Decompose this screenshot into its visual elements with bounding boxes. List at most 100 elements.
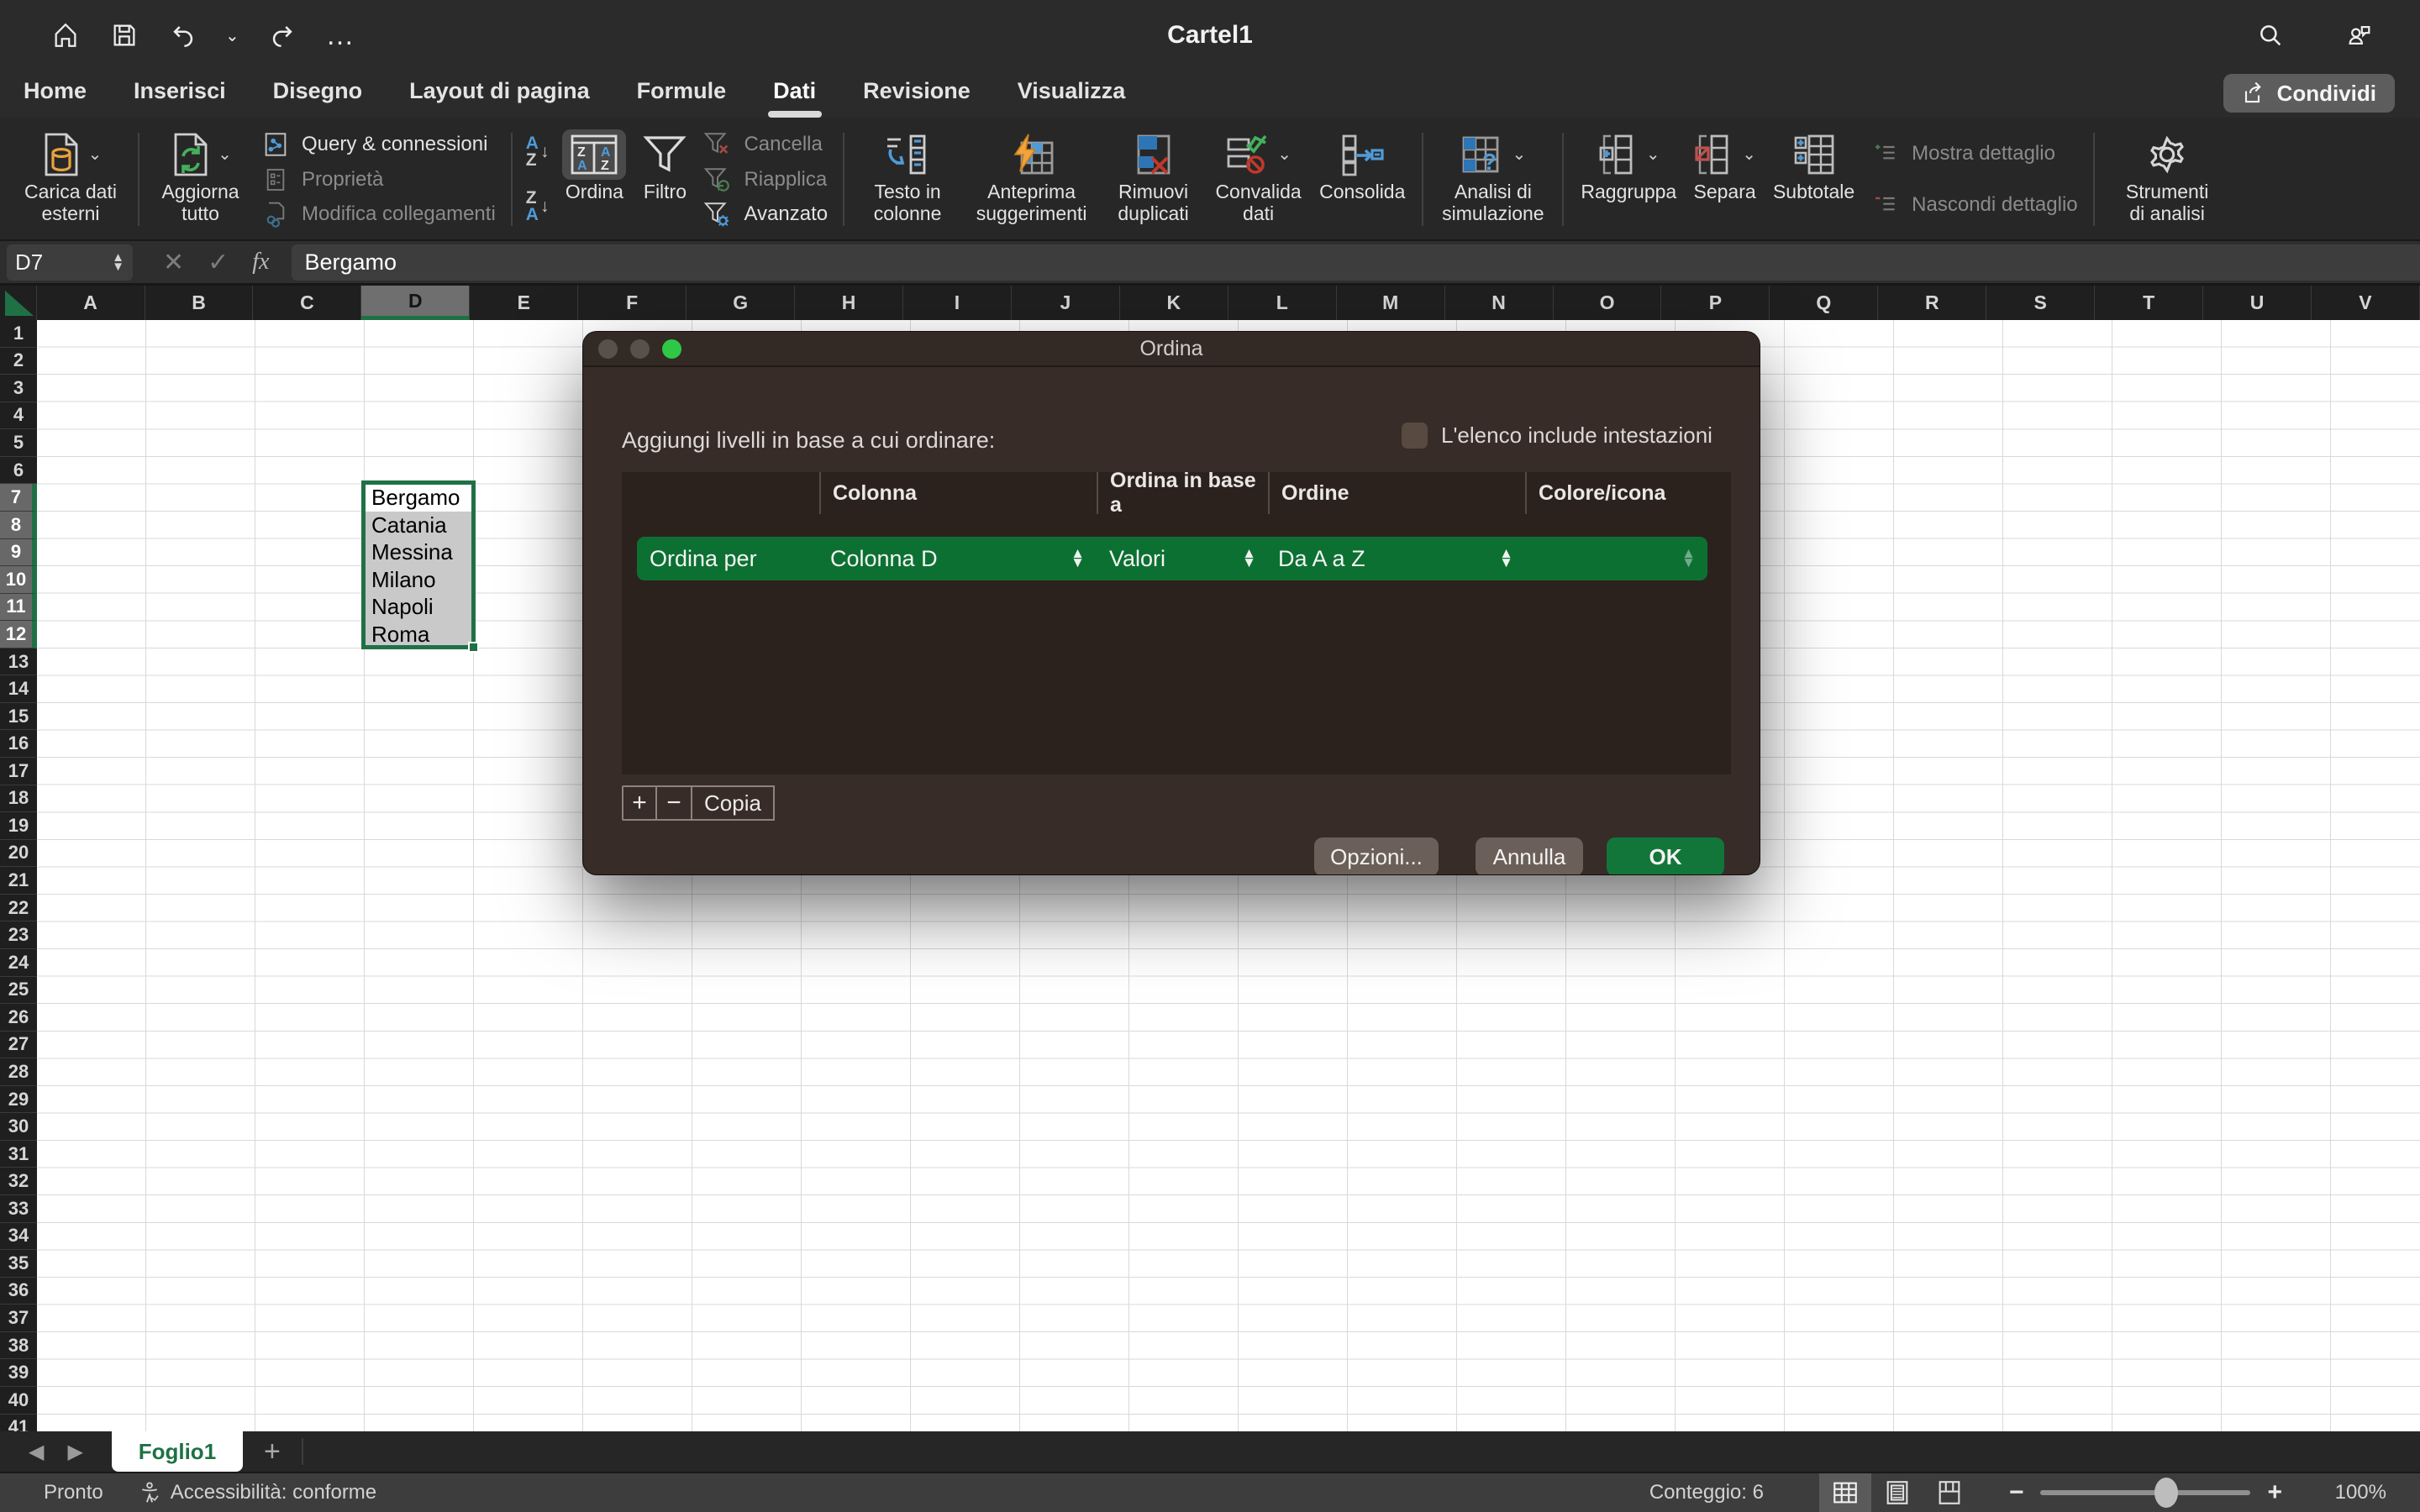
row-header-27[interactable]: 27	[0, 1032, 37, 1059]
prev-sheet-arrow-icon[interactable]: ◀	[29, 1440, 44, 1464]
options-button[interactable]: Opzioni...	[1314, 837, 1439, 874]
tab-inserisci[interactable]: Inserisci	[132, 73, 228, 116]
anteprima-suggerimenti-button[interactable]: Anteprima suggerimenti	[962, 124, 1101, 234]
row-header-21[interactable]: 21	[0, 867, 37, 895]
undo-dropdown-chevron-icon[interactable]: ⌄	[225, 25, 240, 46]
column-header-H[interactable]: H	[795, 286, 903, 320]
column-header-Q[interactable]: Q	[1770, 286, 1878, 320]
column-header-D[interactable]: D	[361, 286, 470, 320]
sort-on-dropdown[interactable]: Valori ▲▼	[1097, 537, 1268, 580]
copy-level-button[interactable]: Copia	[692, 785, 775, 821]
name-box[interactable]: D7 ▲▼	[7, 244, 133, 281]
testo-in-colonne-button[interactable]: Testo in colonne	[853, 124, 962, 234]
row-header-17[interactable]: 17	[0, 758, 37, 785]
name-box-stepper-icon[interactable]: ▲▼	[112, 253, 124, 272]
sheet-tab-foglio1[interactable]: Foglio1	[112, 1431, 243, 1472]
column-header-R[interactable]: R	[1878, 286, 1986, 320]
cell-undefined7[interactable]: Bergamo	[365, 484, 474, 512]
row-header-36[interactable]: 36	[0, 1278, 37, 1305]
zoom-percentage[interactable]: 100%	[2311, 1481, 2386, 1504]
tab-formule[interactable]: Formule	[635, 73, 729, 116]
rimuovi-duplicati-button[interactable]: Rimuovi duplicati	[1101, 124, 1206, 234]
consolida-button[interactable]: Consolida	[1311, 124, 1413, 234]
row-header-25[interactable]: 25	[0, 977, 37, 1005]
column-header-B[interactable]: B	[145, 286, 254, 320]
zoom-window-button[interactable]	[662, 339, 681, 359]
sort-za-button[interactable]: ZA↓	[526, 190, 550, 223]
row-header-31[interactable]: 31	[0, 1141, 37, 1168]
row-header-12[interactable]: 12	[0, 621, 37, 648]
column-header-T[interactable]: T	[2095, 286, 2203, 320]
add-sheet-button[interactable]: +	[243, 1431, 302, 1472]
cell-undefined8[interactable]: Catania	[365, 512, 474, 539]
column-header-E[interactable]: E	[470, 286, 578, 320]
row-header-19[interactable]: 19	[0, 812, 37, 840]
row-header-33[interactable]: 33	[0, 1195, 37, 1223]
column-header-G[interactable]: G	[687, 286, 795, 320]
zoom-out-button[interactable]: −	[2009, 1478, 2024, 1507]
row-header-9[interactable]: 9	[0, 539, 37, 567]
column-header-U[interactable]: U	[2203, 286, 2312, 320]
row-header-35[interactable]: 35	[0, 1250, 37, 1278]
row-header-34[interactable]: 34	[0, 1223, 37, 1251]
next-sheet-arrow-icon[interactable]: ▶	[67, 1440, 82, 1464]
zoom-in-button[interactable]: +	[2267, 1478, 2282, 1507]
cancel-entry-icon[interactable]: ✕	[163, 248, 184, 277]
column-header-A[interactable]: A	[37, 286, 145, 320]
row-header-5[interactable]: 5	[0, 429, 37, 457]
subtotale-button[interactable]: Subtotale	[1765, 124, 1863, 234]
column-dropdown[interactable]: Colonna D ▲▼	[819, 537, 1097, 580]
redo-icon[interactable]	[266, 18, 299, 52]
page-break-view-button[interactable]	[1923, 1473, 1975, 1512]
row-header-6[interactable]: 6	[0, 457, 37, 485]
share-button[interactable]: Condividi	[2223, 74, 2395, 113]
list-has-headers-checkbox[interactable]	[1402, 423, 1428, 449]
row-header-11[interactable]: 11	[0, 594, 37, 622]
row-header-10[interactable]: 10	[0, 566, 37, 594]
separa-button[interactable]: ⌄ Separa	[1685, 124, 1765, 234]
row-header-16[interactable]: 16	[0, 730, 37, 758]
raggruppa-button[interactable]: ⌄ Raggruppa	[1572, 124, 1685, 234]
tab-revisione[interactable]: Revisione	[861, 73, 972, 116]
row-header-14[interactable]: 14	[0, 675, 37, 703]
row-header-41[interactable]: 41	[0, 1415, 37, 1432]
ordina-button[interactable]: ZAAZ Ordina	[554, 124, 634, 234]
query-connessioni-button[interactable]: Query & connessioni	[260, 128, 496, 161]
tab-visualizza[interactable]: Visualizza	[1016, 73, 1128, 116]
column-header-P[interactable]: P	[1661, 286, 1770, 320]
row-header-24[interactable]: 24	[0, 949, 37, 977]
row-header-39[interactable]: 39	[0, 1359, 37, 1387]
zoom-slider[interactable]	[2040, 1490, 2250, 1495]
select-all-corner[interactable]	[0, 286, 37, 320]
sort-level-row[interactable]: Ordina per Colonna D ▲▼ Valori ▲▼ Da A a…	[637, 537, 1707, 580]
column-header-S[interactable]: S	[1986, 286, 2095, 320]
analisi-di-simulazione-button[interactable]: ? ⌄ Analisi di simulazione	[1432, 124, 1554, 234]
column-header-I[interactable]: I	[903, 286, 1012, 320]
row-header-38[interactable]: 38	[0, 1332, 37, 1360]
row-header-29[interactable]: 29	[0, 1086, 37, 1114]
tab-home[interactable]: Home	[22, 73, 88, 116]
formula-input[interactable]: Bergamo	[292, 244, 2420, 281]
row-header-7[interactable]: 7	[0, 484, 37, 512]
column-header-O[interactable]: O	[1554, 286, 1662, 320]
undo-icon[interactable]	[166, 18, 200, 52]
row-header-32[interactable]: 32	[0, 1168, 37, 1195]
insert-function-icon[interactable]: fx	[252, 249, 269, 276]
cell-undefined9[interactable]: Messina	[365, 539, 474, 567]
add-level-button[interactable]: +	[622, 785, 657, 821]
remove-level-button[interactable]: −	[657, 785, 692, 821]
aggiorna-tutto-button[interactable]: ⌄ Aggiorna tutto	[148, 124, 253, 234]
column-header-V[interactable]: V	[2312, 286, 2420, 320]
contacts-icon[interactable]	[2343, 18, 2376, 52]
row-header-30[interactable]: 30	[0, 1113, 37, 1141]
row-header-23[interactable]: 23	[0, 921, 37, 949]
row-header-8[interactable]: 8	[0, 512, 37, 539]
column-header-J[interactable]: J	[1012, 286, 1120, 320]
column-header-C[interactable]: C	[253, 286, 361, 320]
sort-az-button[interactable]: AZ↓	[526, 135, 550, 169]
minimize-window-button[interactable]	[630, 339, 650, 359]
order-dropdown[interactable]: Da A a Z ▲▼	[1268, 537, 1525, 580]
row-header-1[interactable]: 1	[0, 320, 37, 348]
home-icon[interactable]	[49, 18, 82, 52]
cell-undefined10[interactable]: Milano	[365, 566, 474, 594]
